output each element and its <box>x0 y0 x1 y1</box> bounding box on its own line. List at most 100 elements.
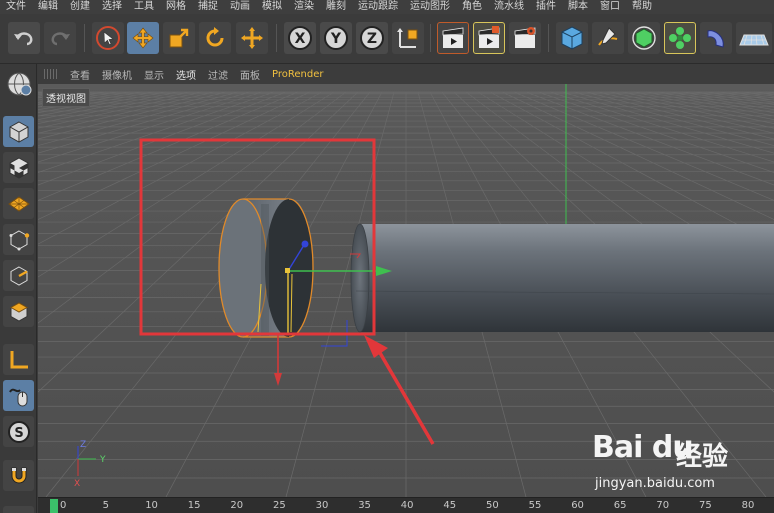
axis-z-label: Z <box>367 31 377 47</box>
magnet-icon <box>11 467 26 483</box>
coordinate-system-button[interactable] <box>392 22 424 54</box>
viewport-grip-handle[interactable] <box>44 69 58 79</box>
undo-button[interactable] <box>8 22 40 54</box>
watermark-url: jingyan.baidu.com <box>595 476 715 491</box>
menu-file[interactable]: 文件 <box>0 0 32 14</box>
render-to-picture-viewer-button[interactable] <box>473 22 505 54</box>
snap-s-icon: S <box>7 420 30 443</box>
viewport-menu-filter[interactable]: 过滤 <box>202 67 234 82</box>
plus-tool-icon <box>241 27 263 49</box>
viewport-menu-cameras[interactable]: 摄像机 <box>96 67 138 82</box>
floor-grid-icon <box>739 34 769 46</box>
viewport-menu-prorender[interactable]: ProRender <box>266 69 329 80</box>
main-toolbar: X Y Z <box>0 14 774 64</box>
menu-bar: 文件 编辑 创建 选择 工具 网格 捕捉 动画 模拟 渲染 雕刻 运动跟踪 运动… <box>0 0 774 14</box>
rotate-tool-button[interactable] <box>199 22 231 54</box>
svg-text:S: S <box>14 426 23 441</box>
menu-mograph[interactable]: 运动图形 <box>404 0 456 14</box>
menu-snap[interactable]: 捕捉 <box>192 0 224 14</box>
menu-mesh[interactable]: 网格 <box>160 0 192 14</box>
viewport-menu-view[interactable]: 查看 <box>64 67 96 82</box>
cylinder-object[interactable] <box>350 223 774 333</box>
current-frame-marker[interactable] <box>50 499 58 513</box>
z-axis-circle-icon: Z <box>360 26 384 50</box>
rotate-icon <box>206 27 224 47</box>
cube-edges-icon <box>10 265 28 286</box>
menu-simulate[interactable]: 模拟 <box>256 0 288 14</box>
model-tool-button[interactable] <box>3 116 34 147</box>
x-axis-lock-button[interactable]: X <box>284 22 316 54</box>
left-palette: S <box>0 64 37 513</box>
menu-help[interactable]: 帮助 <box>626 0 658 14</box>
scale-tool-button[interactable] <box>163 22 195 54</box>
viewport-menu-panel[interactable]: 面板 <box>234 67 266 82</box>
axis-mode-button[interactable] <box>3 344 34 375</box>
recent-tool-button[interactable] <box>236 22 268 54</box>
render-settings-button[interactable] <box>509 22 541 54</box>
menu-edit[interactable]: 编辑 <box>32 0 64 14</box>
workplane-button[interactable] <box>3 188 34 219</box>
select-tool-button[interactable] <box>92 22 124 54</box>
axis-x-label: X <box>295 31 306 47</box>
x-axis-circle-icon: X <box>288 26 312 50</box>
axis-l-icon <box>10 350 28 368</box>
z-axis-lock-button[interactable]: Z <box>356 22 388 54</box>
viewport-menubar: 查看 摄像机 显示 选项 过滤 面板 ProRender <box>38 64 774 84</box>
array-mograph-button[interactable] <box>664 22 696 54</box>
cube-polygons-icon <box>9 301 28 322</box>
menu-script[interactable]: 脚本 <box>562 0 594 14</box>
menu-animate[interactable]: 动画 <box>224 0 256 14</box>
redo-button[interactable] <box>44 22 76 54</box>
cursor-icon <box>96 26 120 50</box>
move-arrows-icon <box>132 27 154 49</box>
tube-object-selected[interactable] <box>218 198 314 338</box>
clapper-gear-icon <box>514 27 536 48</box>
magnet-button[interactable] <box>3 460 34 491</box>
clapper-play-icon <box>478 26 500 48</box>
texture-mode-button[interactable] <box>3 152 34 183</box>
subdivision-icon <box>632 26 656 50</box>
deformer-button[interactable] <box>700 22 732 54</box>
baidu-jingyan-watermark: Bai du 经验 jingyan.baidu.com <box>592 430 772 500</box>
points-mode-button[interactable] <box>3 224 34 255</box>
menu-character[interactable]: 角色 <box>456 0 488 14</box>
timeline-tick-label: 60 <box>571 500 584 511</box>
timeline-tick-label: 25 <box>273 500 286 511</box>
timeline-tick-label: 20 <box>230 500 244 511</box>
subdivision-surface-button[interactable] <box>628 22 660 54</box>
pen-spline-button[interactable] <box>592 22 624 54</box>
timeline-tick-label: 70 <box>656 500 670 511</box>
timeline-tick-label: 75 <box>699 500 712 511</box>
menu-create[interactable]: 创建 <box>64 0 96 14</box>
cloner-icon <box>669 27 691 49</box>
menu-select[interactable]: 选择 <box>96 0 128 14</box>
menu-motion-tracking[interactable]: 运动跟踪 <box>352 0 404 14</box>
grid-plane-icon <box>7 195 30 212</box>
snap-button[interactable]: S <box>3 416 34 447</box>
menu-window[interactable]: 窗口 <box>594 0 626 14</box>
floor-environment-button[interactable] <box>736 22 772 54</box>
menu-pipeline[interactable]: 流水线 <box>488 0 530 14</box>
palette-bottom-button[interactable] <box>3 506 34 513</box>
menu-plugins[interactable]: 插件 <box>530 0 562 14</box>
edges-mode-button[interactable] <box>3 260 34 291</box>
undo-icon <box>14 32 33 46</box>
viewport-label: 透视视图 <box>42 88 90 107</box>
model-mode-button[interactable] <box>3 68 34 99</box>
move-tool-button[interactable] <box>127 22 159 54</box>
tweak-mode-button[interactable] <box>3 380 34 411</box>
menu-render[interactable]: 渲染 <box>288 0 320 14</box>
y-arrow-head[interactable] <box>274 373 282 386</box>
cube-object-button[interactable] <box>556 22 588 54</box>
y-axis-circle-icon: Y <box>324 26 348 50</box>
render-view-button[interactable] <box>437 22 469 54</box>
menu-tools[interactable]: 工具 <box>128 0 160 14</box>
timeline-tick-label: 40 <box>400 500 414 511</box>
axis-orientation-gizmo: Z Y X <box>74 440 106 489</box>
y-axis-lock-button[interactable]: Y <box>320 22 352 54</box>
polygons-mode-button[interactable] <box>3 296 34 327</box>
viewport-menu-display[interactable]: 显示 <box>138 67 170 82</box>
menu-sculpt[interactable]: 雕刻 <box>320 0 352 14</box>
timeline-tick-label: 50 <box>486 500 499 511</box>
viewport-menu-options[interactable]: 选项 <box>170 67 202 82</box>
